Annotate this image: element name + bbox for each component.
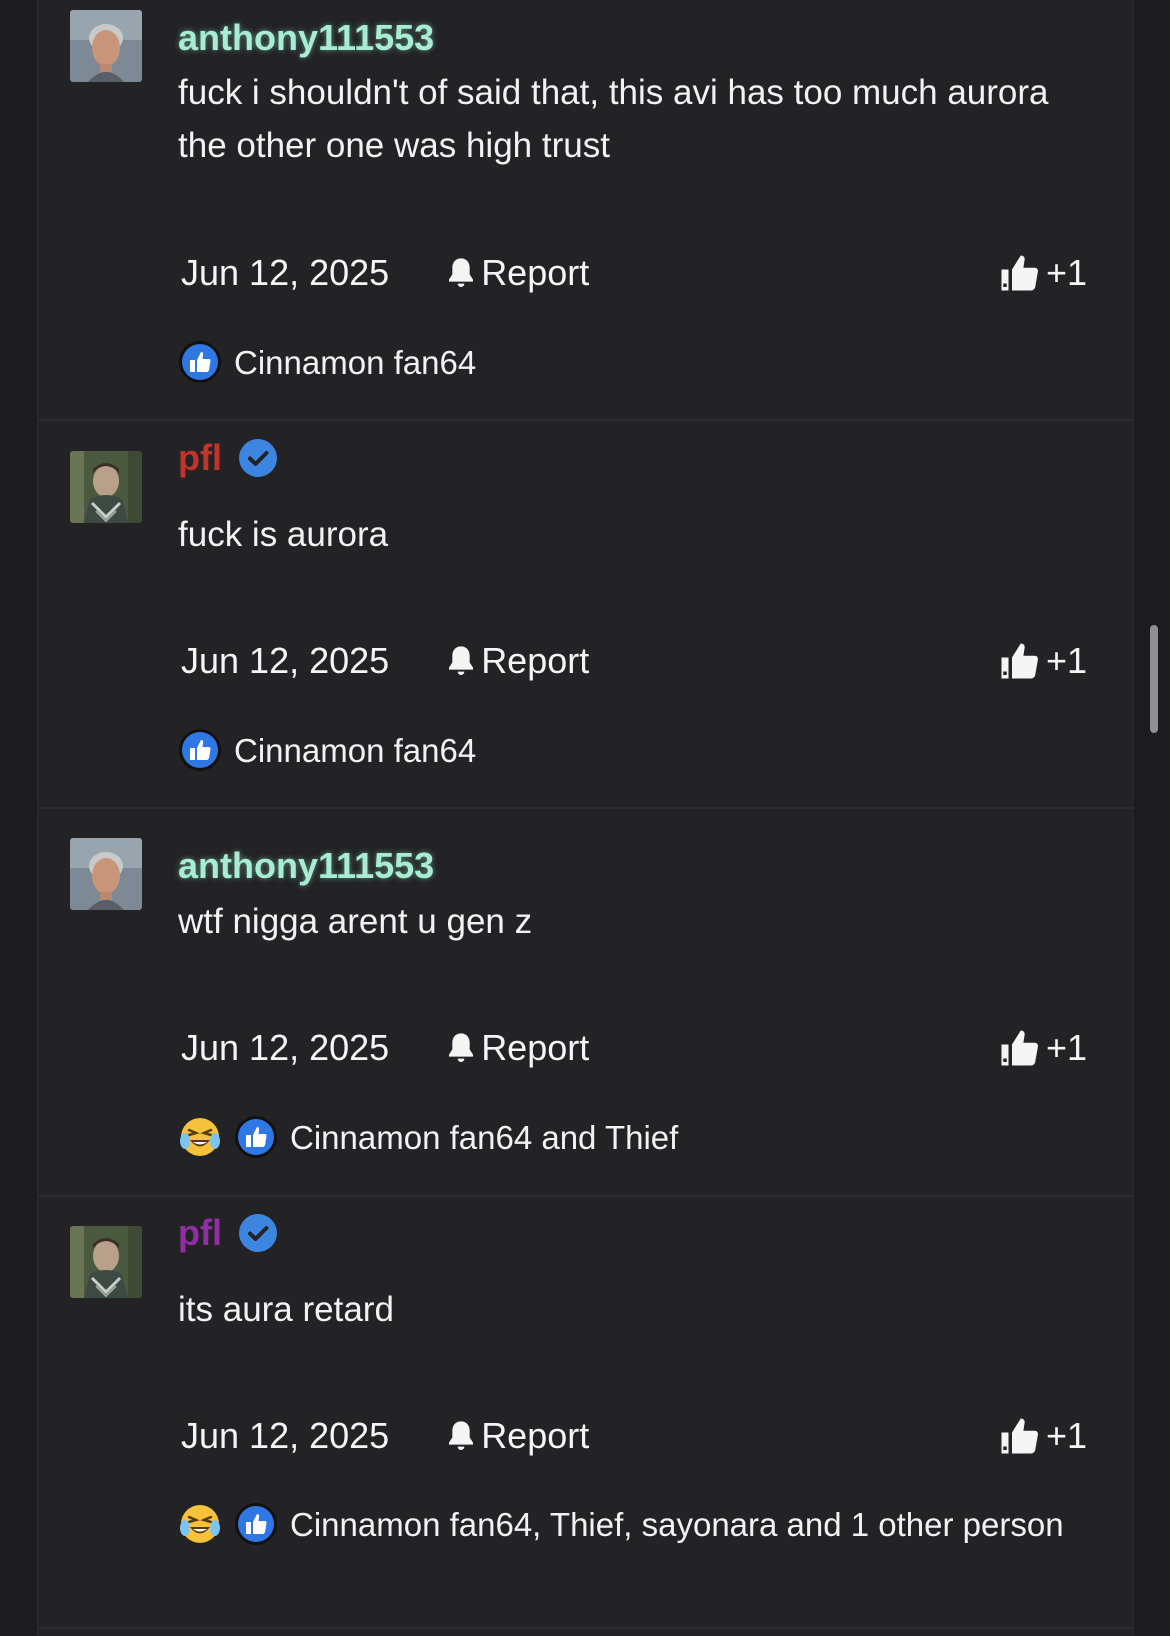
thumbs-up-reaction-icon xyxy=(178,728,222,772)
bell-icon xyxy=(449,646,474,675)
report-button[interactable]: Report xyxy=(445,1414,589,1458)
like-count: +1 xyxy=(1045,1027,1087,1068)
report-label[interactable]: Report xyxy=(481,251,589,295)
bell-icon xyxy=(449,1033,474,1062)
avatar[interactable] xyxy=(70,10,142,82)
reactor-names[interactable]: Cinnamon fan64 xyxy=(234,344,476,381)
verified-badge-icon xyxy=(238,1214,277,1252)
post-date: Jun 12, 2025 xyxy=(181,1415,390,1456)
comment-meta: Jun 12, 2025 Report +1 xyxy=(181,251,1133,295)
reaction-summary[interactable]: Cinnamon fan64 xyxy=(178,727,1078,775)
username-text[interactable]: anthony111553 xyxy=(178,846,434,886)
reaction-summary[interactable]: Cinnamon fan64, Thief, sayonara and 1 ot… xyxy=(178,1501,1078,1549)
username[interactable]: pfl xyxy=(178,1213,278,1253)
thumbs-up-reaction-icon xyxy=(234,1502,278,1546)
reactor-names[interactable]: Cinnamon fan64 and Thief xyxy=(290,1119,678,1156)
username-text[interactable]: pfl xyxy=(178,1213,222,1253)
comment-meta: Jun 12, 2025 Report +1 xyxy=(181,1414,1133,1458)
comment-post: anthony111553 wtf nigga arent u gen z Ju… xyxy=(38,809,1133,1197)
comment-post: pfl its aura retard Jun 12, 2025 Report … xyxy=(38,1197,1133,1629)
report-label[interactable]: Report xyxy=(481,1026,589,1070)
username-text[interactable]: pfl xyxy=(178,438,222,478)
reactor-names[interactable]: Cinnamon fan64, Thief, sayonara and 1 ot… xyxy=(290,1506,1064,1543)
report-button[interactable]: Report xyxy=(445,1026,589,1070)
comment-post: anthony111553 fuck i shouldn't of said t… xyxy=(38,0,1133,421)
comment-list: anthony111553 fuck i shouldn't of said t… xyxy=(37,0,1134,1636)
like-count: +1 xyxy=(1045,1415,1087,1456)
bell-icon xyxy=(449,1421,474,1450)
thumbs-up-reaction-icon xyxy=(178,340,222,384)
like-button[interactable]: +1 xyxy=(998,1414,1087,1458)
avatar[interactable] xyxy=(70,451,142,523)
report-label[interactable]: Report xyxy=(481,639,589,683)
username-text[interactable]: anthony111553 xyxy=(178,18,434,58)
username[interactable]: anthony111553 xyxy=(178,846,434,886)
report-label[interactable]: Report xyxy=(481,1414,589,1458)
comment-text: wtf nigga arent u gen z xyxy=(178,902,533,941)
thumbs-up-icon xyxy=(1001,643,1038,679)
scrollbar-thumb[interactable] xyxy=(1150,625,1158,733)
reactor-names[interactable]: Cinnamon fan64 xyxy=(234,732,476,769)
like-button[interactable]: +1 xyxy=(998,1026,1087,1070)
comment-text: fuck is aurora xyxy=(178,515,389,554)
post-date: Jun 12, 2025 xyxy=(181,640,390,681)
username[interactable]: anthony111553 xyxy=(178,18,434,58)
report-button[interactable]: Report xyxy=(445,639,589,683)
like-count: +1 xyxy=(1045,252,1087,293)
comment-post: pfl fuck is aurora Jun 12, 2025 Report +… xyxy=(38,421,1133,809)
thumbs-up-reaction-icon xyxy=(234,1115,278,1159)
post-date: Jun 12, 2025 xyxy=(181,252,390,293)
bell-icon xyxy=(449,258,474,287)
post-date: Jun 12, 2025 xyxy=(181,1027,390,1068)
username[interactable]: pfl xyxy=(178,438,278,478)
avatar[interactable] xyxy=(70,838,142,910)
thumbs-up-icon xyxy=(1001,1418,1038,1454)
report-button[interactable]: Report xyxy=(445,251,589,295)
like-count: +1 xyxy=(1045,640,1087,681)
thumbs-up-icon xyxy=(1001,1030,1038,1066)
comment-meta: Jun 12, 2025 Report +1 xyxy=(181,639,1133,683)
laughing-crying-emoji-icon xyxy=(178,1115,222,1159)
reaction-summary[interactable]: Cinnamon fan64 and Thief xyxy=(178,1114,1078,1162)
thumbs-up-icon xyxy=(1001,255,1038,291)
laughing-crying-emoji-icon xyxy=(178,1502,222,1546)
like-button[interactable]: +1 xyxy=(998,639,1087,683)
avatar[interactable] xyxy=(70,1226,142,1298)
comment-meta: Jun 12, 2025 Report +1 xyxy=(181,1026,1133,1070)
comment-text: fuck i shouldn't of said that, this avi … xyxy=(178,73,1049,165)
verified-badge-icon xyxy=(238,439,277,477)
reaction-summary[interactable]: Cinnamon fan64 xyxy=(178,339,1078,387)
like-button[interactable]: +1 xyxy=(998,251,1087,295)
comment-text: its aura retard xyxy=(178,1290,394,1329)
